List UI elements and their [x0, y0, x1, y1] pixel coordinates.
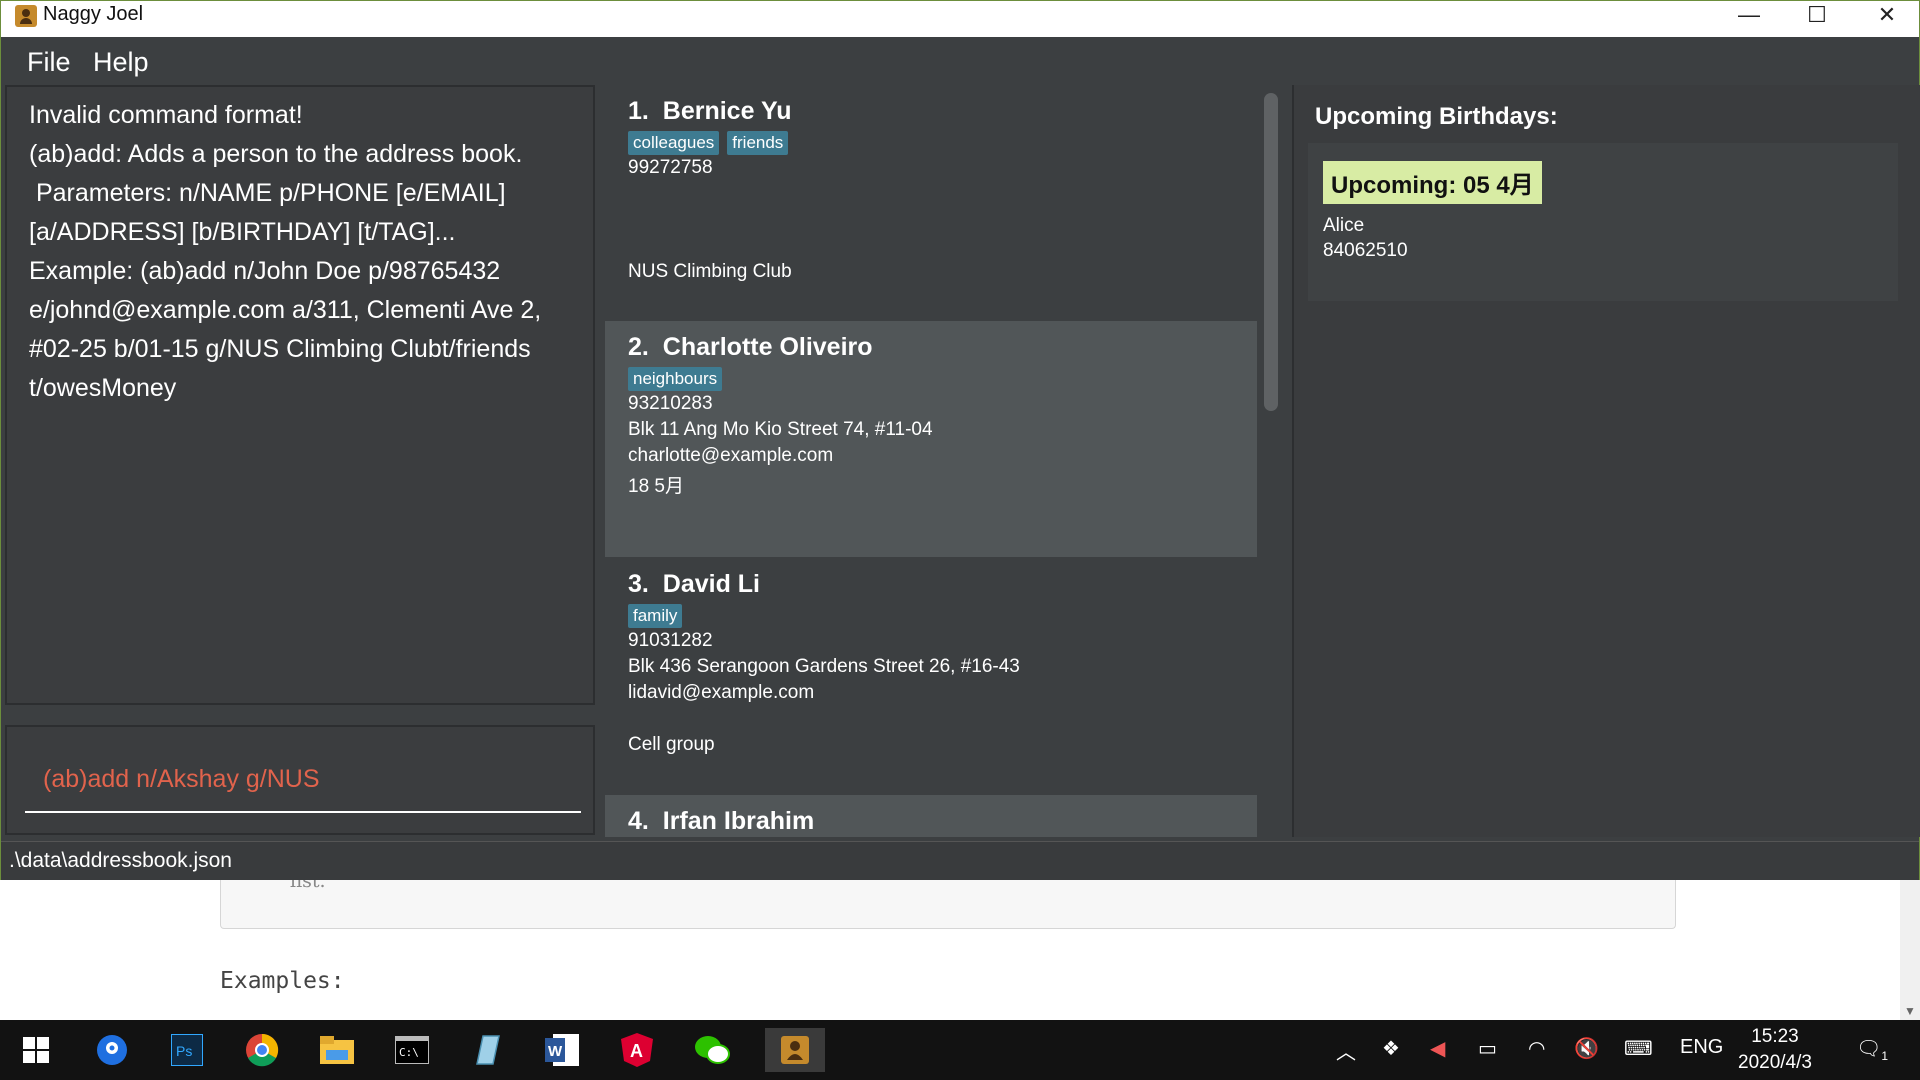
angular-icon[interactable]: A — [615, 1028, 659, 1072]
birthday-panel: Upcoming Birthdays: Upcoming: 05 4月 Alic… — [1292, 85, 1920, 837]
clock-date: 2020/4/3 — [1738, 1052, 1812, 1073]
tag: friends — [727, 131, 789, 155]
result-line: [a/ADDRESS] [b/BIRTHDAY] [t/TAG]... — [29, 218, 456, 246]
person-card[interactable]: 3. David Li family 91031282 Blk 436 Sera… — [605, 558, 1257, 794]
address-book-icon — [15, 5, 37, 27]
maximize-button[interactable]: ☐ — [1787, 1, 1847, 33]
tag-list: neighbours — [628, 367, 730, 391]
title-bar: Naggy Joel — ☐ ✕ — [1, 1, 1919, 37]
upcoming-badge: Upcoming: 05 4月 — [1323, 161, 1542, 204]
battery-icon[interactable]: ▭ — [1478, 1036, 1497, 1061]
dropbox-icon[interactable]: ❖ — [1382, 1036, 1400, 1061]
tag-list: colleagues friends — [628, 131, 796, 155]
taskbar: Ps C:\ W A ︿ ❖ ◀ ▭ ◠ 🔇 ⌨ ENG 15:23 2020/… — [0, 1020, 1920, 1080]
windows-start-icon[interactable] — [14, 1028, 58, 1072]
wechat-icon[interactable] — [690, 1028, 734, 1072]
person-list[interactable]: 1. Bernice Yu colleagues friends 99272758… — [605, 85, 1281, 837]
person-group: Cell group — [628, 734, 715, 755]
menu-bar: File Help — [1, 37, 1919, 85]
menu-file[interactable]: File — [27, 47, 71, 78]
app-window: Naggy Joel — ☐ ✕ File Help Invalid comma… — [0, 0, 1920, 880]
chrome-icon[interactable] — [240, 1028, 284, 1072]
photoshop-icon[interactable]: Ps — [165, 1028, 209, 1072]
scroll-down-icon[interactable]: ▼ — [1904, 1004, 1916, 1018]
person-card[interactable]: 1. Bernice Yu colleagues friends 99272758… — [605, 85, 1257, 321]
birthday-panel-title: Upcoming Birthdays: — [1315, 103, 1558, 130]
file-explorer-icon[interactable] — [315, 1028, 359, 1072]
person-name: 1. Bernice Yu — [628, 97, 792, 125]
minimize-button[interactable]: — — [1719, 1, 1779, 33]
clock-time: 15:23 — [1751, 1026, 1799, 1047]
notes-icon[interactable] — [465, 1028, 509, 1072]
person-phone: 91031282 — [628, 630, 713, 651]
word-icon[interactable]: W — [540, 1028, 584, 1072]
svg-text:W: W — [548, 1043, 563, 1060]
command-input[interactable]: (ab)add n/Akshay g/NUS — [43, 765, 320, 794]
wifi-icon[interactable]: ◠ — [1528, 1036, 1545, 1061]
person-name: 3. David Li — [628, 570, 761, 598]
result-line: #02-25 b/01-15 g/NUS Climbing Clubt/frie… — [29, 335, 531, 363]
svg-text:C:\: C:\ — [399, 1046, 419, 1059]
person-card[interactable]: 4. Irfan Ibrahim — [605, 795, 1257, 837]
result-line: Example: (ab)add n/John Doe p/98765432 — [29, 257, 501, 285]
birthday-person-phone: 84062510 — [1323, 240, 1408, 261]
terminal-icon[interactable]: C:\ — [390, 1028, 434, 1072]
notification-count: 1 — [1881, 1049, 1889, 1063]
tag: family — [628, 604, 683, 628]
command-box[interactable]: (ab)add n/Akshay g/NUS — [5, 725, 595, 835]
result-line: e/johnd@example.com a/311, Clementi Ave … — [29, 296, 542, 324]
save-location: .\data\addressbook.json — [9, 849, 232, 872]
close-button[interactable]: ✕ — [1857, 1, 1917, 33]
person-card[interactable]: 2. Charlotte Oliveiro neighbours 9321028… — [605, 321, 1257, 557]
birthday-person-name: Alice — [1323, 215, 1365, 236]
address-book-taskbar-icon[interactable] — [765, 1028, 825, 1072]
result-line: Invalid command format! — [29, 101, 303, 129]
language-indicator[interactable]: ENG — [1680, 1036, 1723, 1059]
tag-list: family — [628, 604, 690, 628]
person-email: lidavid@example.com — [628, 682, 815, 703]
person-phone: 99272758 — [628, 157, 713, 178]
result-line: (ab)add: Adds a person to the address bo… — [29, 140, 523, 168]
status-bar: .\data\addressbook.json — [1, 841, 1919, 880]
speaker-icon[interactable]: ◀ — [1430, 1036, 1445, 1061]
maps-icon[interactable] — [90, 1028, 134, 1072]
mute-icon[interactable]: 🔇 — [1574, 1036, 1599, 1061]
command-underline — [25, 811, 581, 813]
system-clock[interactable]: 15:23 2020/4/3 — [1738, 1024, 1812, 1076]
tag: colleagues — [628, 131, 720, 155]
chevron-up-icon[interactable]: ︿ — [1336, 1036, 1356, 1065]
notifications-icon[interactable]: 🗨1 — [1856, 1036, 1888, 1063]
svg-text:Ps: Ps — [176, 1043, 192, 1059]
list-scrollbar-thumb[interactable] — [1264, 93, 1278, 411]
window-title: Naggy Joel — [43, 3, 144, 25]
person-name: 4. Irfan Ibrahim — [628, 807, 815, 835]
keyboard-icon[interactable]: ⌨ — [1624, 1036, 1653, 1061]
result-line: t/owesMoney — [29, 374, 177, 402]
menu-help[interactable]: Help — [93, 47, 149, 78]
svg-text:A: A — [630, 1041, 643, 1061]
tag: neighbours — [628, 367, 723, 391]
result-line: Parameters: n/NAME p/PHONE [e/EMAIL] — [29, 179, 506, 207]
person-email: charlotte@example.com — [628, 445, 834, 466]
person-birthday: 18 5月 — [628, 476, 684, 497]
person-phone: 93210283 — [628, 393, 713, 414]
person-address: Blk 11 Ang Mo Kio Street 74, #11-04 — [628, 419, 933, 440]
birthday-card[interactable]: Upcoming: 05 4月 Alice 84062510 — [1308, 143, 1898, 301]
person-address: Blk 436 Serangoon Gardens Street 26, #16… — [628, 656, 1020, 677]
result-display[interactable]: Invalid command format! (ab)add: Adds a … — [5, 85, 595, 705]
background-document: list. Examples: ▼ — [0, 870, 1920, 1020]
person-group: NUS Climbing Club — [628, 261, 792, 282]
document-scrollbar[interactable]: ▼ — [1900, 880, 1920, 1020]
person-name: 2. Charlotte Oliveiro — [628, 333, 873, 361]
examples-heading: Examples: — [220, 968, 345, 994]
code-block — [220, 880, 1676, 929]
